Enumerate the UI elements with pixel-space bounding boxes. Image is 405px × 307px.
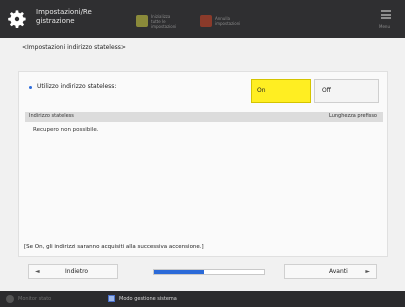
back-label: Indietro [65, 268, 89, 275]
gear-icon [8, 10, 26, 28]
header-bar: Impostazioni/Re gistrazione Inizializza … [0, 0, 405, 38]
system-mode-icon [108, 295, 115, 302]
cancel-settings-label: Annulla impostazioni [215, 16, 241, 26]
cancel-icon [200, 15, 212, 27]
menu-label: Menu [379, 24, 390, 29]
on-button[interactable]: On [251, 79, 311, 103]
screen: Impostazioni/Re gistrazione Inizializza … [0, 0, 405, 307]
document-icon [136, 15, 148, 27]
breadcrumb: <Impostazioni indirizzo stateless> [22, 44, 126, 51]
cancel-settings-button[interactable]: Annulla impostazioni [200, 12, 243, 30]
initialize-all-button[interactable]: Inizializza tutte le impostazioni [136, 12, 179, 30]
stateless-setting-label: Utilizzo indirizzo stateless: [37, 83, 117, 90]
settings-panel: Utilizzo indirizzo stateless: On Off Ind… [18, 71, 388, 257]
bullet-icon [29, 86, 32, 89]
initialize-all-label: Inizializza tutte le impostazioni [151, 13, 177, 29]
stateless-setting-row: Utilizzo indirizzo stateless: On Off [25, 75, 383, 103]
column-header-address: Indirizzo stateless [29, 113, 74, 119]
arrow-right-icon: ► [365, 268, 370, 275]
next-label: Avanti [329, 268, 348, 275]
back-button[interactable]: ◄ Indietro [28, 264, 118, 279]
status-monitor-label: Monitor stato [18, 296, 52, 302]
system-mode-label: Modo gestione sistema [119, 295, 177, 302]
step-progress-bar [153, 269, 265, 275]
address-list-header: Indirizzo stateless Lunghezza prefisso [25, 112, 383, 122]
status-monitor-button[interactable]: Monitor stato [6, 295, 51, 303]
arrow-left-icon: ◄ [35, 268, 40, 275]
info-note: [Se On, gli indirizzi saranno acquisiti … [24, 244, 204, 250]
empty-message: Recupero non possibile. [33, 127, 99, 133]
system-mode-indicator: Modo gestione sistema [108, 295, 177, 302]
monitor-icon [6, 295, 14, 303]
menu-icon [381, 10, 391, 19]
step-progress-fill [154, 270, 204, 274]
off-button[interactable]: Off [314, 79, 379, 103]
footer-bar: Monitor stato Modo gestione sistema [0, 291, 405, 307]
menu-button[interactable]: Menu [375, 6, 397, 32]
app-title: Impostazioni/Re gistrazione [36, 8, 92, 25]
next-button[interactable]: Avanti ► [284, 264, 377, 279]
column-header-prefix: Lunghezza prefisso [329, 113, 377, 119]
